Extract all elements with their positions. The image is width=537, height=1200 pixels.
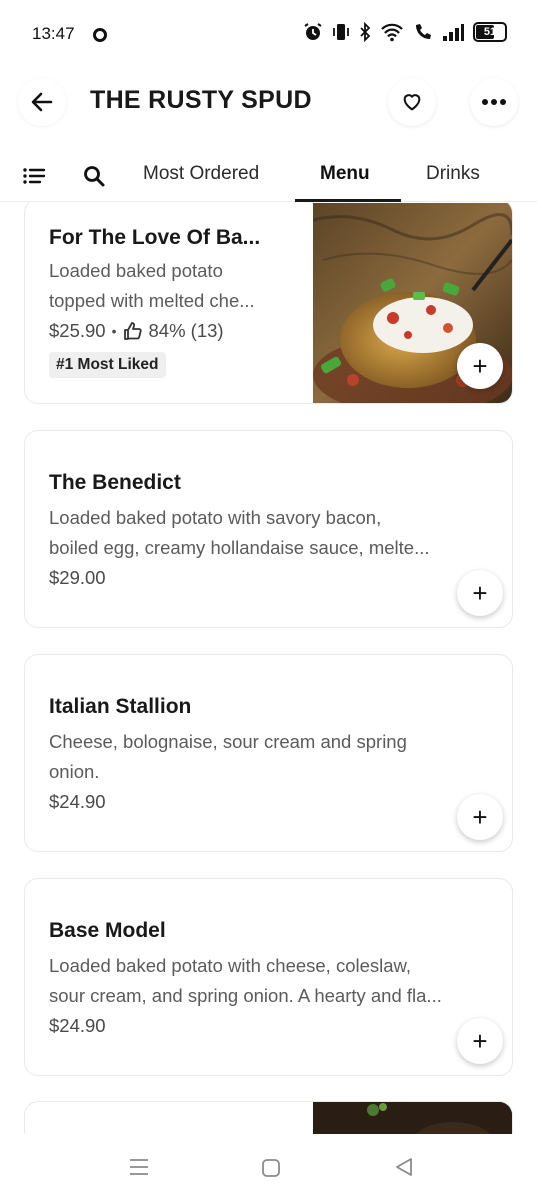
- menu-item-description: Loaded baked potato with savory bacon, b…: [49, 503, 430, 563]
- menu-item-card[interactable]: Base Model Loaded baked potato with chee…: [24, 878, 513, 1076]
- menu-item-description: Cheese, bolognaise, sour cream and sprin…: [49, 727, 407, 787]
- menu-item-photo: [313, 1102, 512, 1134]
- more-dots-icon: [482, 99, 506, 105]
- menu-item-price-row: $25.90 • 84% (13): [49, 320, 224, 342]
- tab-menu[interactable]: Menu: [320, 163, 370, 185]
- menu-item-name: Base Model: [49, 919, 166, 942]
- battery-level: 51: [483, 26, 497, 38]
- status-icons: 51: [303, 22, 507, 42]
- description-line: Loaded baked potato with savory bacon,: [49, 507, 382, 528]
- add-to-cart-button[interactable]: +: [457, 794, 503, 840]
- menu-item-card[interactable]: Italian Stallion Cheese, bolognaise, sou…: [24, 654, 513, 852]
- description-line: Loaded baked potato: [49, 260, 223, 281]
- separator-dot: •: [111, 323, 117, 339]
- description-line: boiled egg, creamy hollandaise sauce, me…: [49, 537, 430, 558]
- menu-item-description: Loaded baked potato topped with melted c…: [49, 256, 255, 316]
- description-line: sour cream, and spring onion. A hearty a…: [49, 985, 442, 1006]
- tab-most-ordered[interactable]: Most Ordered: [143, 163, 259, 185]
- wifi-icon: [380, 22, 404, 42]
- menu-item-price: $25.90: [49, 320, 106, 341]
- active-tab-indicator: [295, 199, 401, 202]
- description-line: Cheese, bolognaise, sour cream and sprin…: [49, 731, 407, 752]
- back-button[interactable]: [18, 78, 66, 126]
- system-navigation-bar: [0, 1134, 537, 1200]
- more-options-button[interactable]: [470, 78, 518, 126]
- menu-item-card[interactable]: For The Love Of Ba... Loaded baked potat…: [24, 203, 513, 404]
- recent-apps-icon[interactable]: [128, 1156, 150, 1183]
- menu-item-description: Loaded baked potato with cheese, colesla…: [49, 951, 442, 1011]
- back-arrow-icon: [31, 92, 53, 112]
- store-title: THE RUSTY SPUD: [90, 86, 312, 114]
- menu-item-price: $24.90: [49, 1015, 106, 1036]
- bluetooth-icon: [359, 22, 371, 42]
- tab-drinks[interactable]: Drinks: [426, 163, 480, 185]
- notification-dot-icon: [93, 28, 107, 42]
- description-line: topped with melted che...: [49, 290, 255, 311]
- add-to-cart-button[interactable]: +: [457, 570, 503, 616]
- menu-item-price: $24.90: [49, 791, 106, 812]
- most-liked-badge: #1 Most Liked: [49, 352, 166, 378]
- heart-icon: [403, 94, 421, 111]
- menu-item-card[interactable]: [24, 1101, 513, 1134]
- alarm-icon: [303, 22, 323, 42]
- menu-item-name: The Benedict: [49, 471, 181, 494]
- description-line: onion.: [49, 761, 100, 782]
- status-time: 13:47: [32, 24, 75, 43]
- add-to-cart-button[interactable]: +: [457, 1018, 503, 1064]
- menu-item-list[interactable]: For The Love Of Ba... Loaded baked potat…: [0, 203, 537, 1134]
- wifi-call-icon: [413, 22, 433, 42]
- category-list-icon[interactable]: [22, 164, 46, 193]
- menu-item-price-row: $24.90: [49, 791, 106, 813]
- menu-item-rating: 84% (13): [148, 320, 224, 341]
- system-back-icon[interactable]: [393, 1156, 415, 1183]
- description-line: Loaded baked potato with cheese, colesla…: [49, 955, 412, 976]
- search-icon[interactable]: [82, 164, 106, 193]
- home-icon[interactable]: [261, 1158, 281, 1183]
- battery-icon: 51: [473, 22, 507, 42]
- menu-item-price-row: $24.90: [49, 1015, 106, 1037]
- menu-item-card[interactable]: The Benedict Loaded baked potato with sa…: [24, 430, 513, 628]
- menu-item-price: $29.00: [49, 567, 106, 588]
- menu-item-name: For The Love Of Ba...: [49, 226, 261, 249]
- favorite-button[interactable]: [388, 78, 436, 126]
- status-bar: 13:47 51: [0, 0, 537, 66]
- menu-item-price-row: $29.00: [49, 567, 106, 589]
- menu-tabs: Most Ordered Menu Drinks: [0, 150, 537, 202]
- store-header: THE RUSTY SPUD: [0, 66, 537, 140]
- vibrate-icon: [332, 22, 350, 42]
- thumbs-up-icon: [123, 322, 142, 340]
- add-to-cart-button[interactable]: +: [457, 343, 503, 389]
- menu-item-name: Italian Stallion: [49, 695, 192, 718]
- signal-icon: [442, 22, 464, 42]
